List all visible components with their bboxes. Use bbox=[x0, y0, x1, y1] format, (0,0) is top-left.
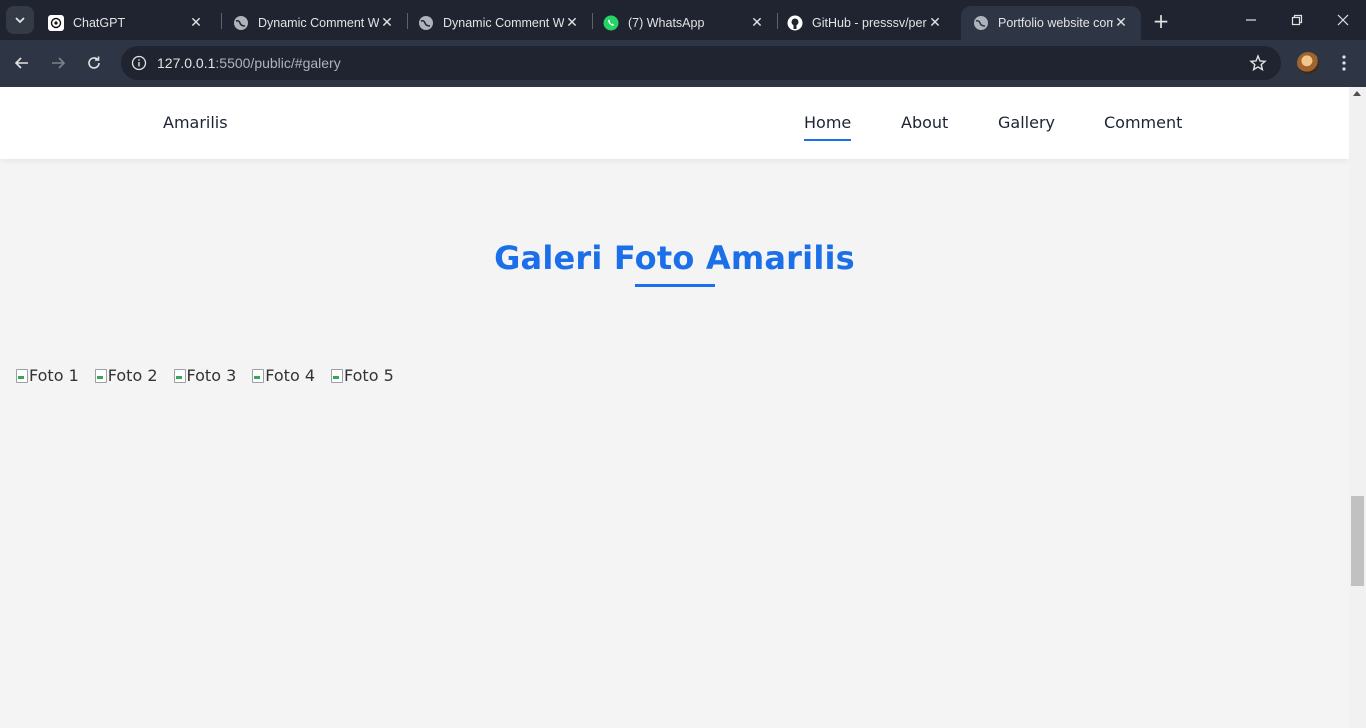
photo-alt-text: Foto 5 bbox=[344, 366, 394, 385]
nav-comment[interactable]: Comment bbox=[1104, 113, 1182, 132]
new-tab-button[interactable]: + bbox=[1150, 9, 1172, 33]
chatgpt-icon bbox=[48, 15, 64, 31]
nav-gallery[interactable]: Gallery bbox=[998, 113, 1055, 132]
broken-image-icon bbox=[16, 368, 28, 383]
page-scrollbar[interactable] bbox=[1349, 87, 1366, 728]
forward-arrow-icon[interactable] bbox=[45, 50, 71, 76]
gallery-title: Galeri Foto Amarilis bbox=[494, 239, 855, 277]
site-brand[interactable]: Amarilis bbox=[163, 113, 228, 132]
scrollbar-thumb[interactable] bbox=[1351, 496, 1364, 586]
broken-image-icon bbox=[252, 368, 265, 383]
minimize-icon[interactable] bbox=[1239, 8, 1263, 32]
browser-tab-strip: ChatGPT ✕ Dynamic Comment W ✕ Dynamic Co… bbox=[0, 0, 1366, 40]
close-icon[interactable]: ✕ bbox=[1113, 15, 1129, 31]
browser-tab-active[interactable]: Portfolio website com ✕ bbox=[961, 6, 1141, 40]
browser-tab[interactable]: GitHub - presssv/per ✕ bbox=[775, 6, 955, 40]
gallery-grid: Foto 1 Foto 2 Foto 3 Foto 4 Foto 5 bbox=[16, 366, 394, 385]
gallery-photo[interactable]: Foto 1 bbox=[16, 366, 79, 385]
browser-tab[interactable]: Dynamic Comment W ✕ bbox=[221, 6, 407, 40]
close-icon[interactable]: ✕ bbox=[749, 15, 765, 31]
title-underline bbox=[635, 284, 715, 287]
kebab-menu-icon[interactable] bbox=[1334, 51, 1354, 75]
tab-title: Dynamic Comment W bbox=[443, 16, 564, 30]
gallery-photo[interactable]: Foto 4 bbox=[252, 366, 315, 385]
photo-alt-text: Foto 4 bbox=[265, 366, 315, 385]
gallery-photo[interactable]: Foto 3 bbox=[173, 366, 237, 385]
photo-alt-text: Foto 1 bbox=[29, 366, 79, 385]
browser-tab[interactable]: Dynamic Comment W ✕ bbox=[406, 6, 592, 40]
nav-home[interactable]: Home bbox=[804, 113, 852, 141]
profile-avatar[interactable] bbox=[1297, 52, 1319, 74]
site-header: Amarilis Home About Gallery Comment bbox=[0, 87, 1349, 159]
broken-image-icon bbox=[94, 368, 107, 383]
broken-image-icon bbox=[331, 368, 343, 383]
tab-title: Dynamic Comment W bbox=[258, 16, 379, 30]
globe-icon bbox=[973, 15, 989, 31]
page-viewport: Amarilis Home About Gallery Comment Gale… bbox=[0, 87, 1349, 728]
tab-title: Portfolio website com bbox=[998, 16, 1113, 30]
browser-tab[interactable]: (7) WhatsApp ✕ bbox=[591, 6, 777, 40]
tab-title: GitHub - presssv/per bbox=[812, 16, 927, 30]
reload-icon[interactable] bbox=[81, 50, 107, 76]
tab-title: (7) WhatsApp bbox=[628, 16, 705, 30]
close-icon[interactable]: ✕ bbox=[564, 15, 580, 31]
tab-title: ChatGPT bbox=[73, 16, 126, 30]
url-path: :5500/public/#galery bbox=[215, 55, 341, 71]
close-icon[interactable]: ✕ bbox=[188, 15, 204, 31]
window-close-icon[interactable] bbox=[1331, 8, 1355, 32]
gallery-photo[interactable]: Foto 2 bbox=[94, 366, 158, 385]
scroll-up-arrow-icon[interactable] bbox=[1353, 91, 1361, 96]
browser-toolbar: 127.0.0.1:5500/public/#galery bbox=[0, 40, 1366, 87]
restore-icon[interactable] bbox=[1285, 8, 1309, 32]
site-info-icon[interactable] bbox=[129, 53, 149, 73]
close-icon[interactable]: ✕ bbox=[927, 15, 943, 31]
close-icon[interactable]: ✕ bbox=[379, 15, 395, 31]
browser-tab[interactable]: ChatGPT ✕ bbox=[36, 6, 216, 40]
back-arrow-icon[interactable] bbox=[9, 50, 35, 76]
chevron-down-icon bbox=[15, 17, 25, 24]
nav-about[interactable]: About bbox=[901, 113, 948, 132]
github-icon bbox=[787, 15, 803, 31]
photo-alt-text: Foto 2 bbox=[107, 366, 158, 385]
gallery-photo[interactable]: Foto 5 bbox=[331, 366, 394, 385]
url-host: 127.0.0.1 bbox=[157, 55, 216, 71]
photo-alt-text: Foto 3 bbox=[186, 366, 237, 385]
broken-image-icon bbox=[173, 368, 186, 383]
tab-search-button[interactable] bbox=[6, 6, 34, 34]
url-text[interactable]: 127.0.0.1:5500/public/#galery bbox=[157, 55, 341, 71]
address-bar[interactable]: 127.0.0.1:5500/public/#galery bbox=[121, 46, 1281, 80]
whatsapp-icon bbox=[603, 15, 619, 31]
globe-icon bbox=[418, 15, 434, 31]
globe-icon bbox=[233, 15, 249, 31]
bookmark-star-icon[interactable] bbox=[1249, 54, 1267, 72]
